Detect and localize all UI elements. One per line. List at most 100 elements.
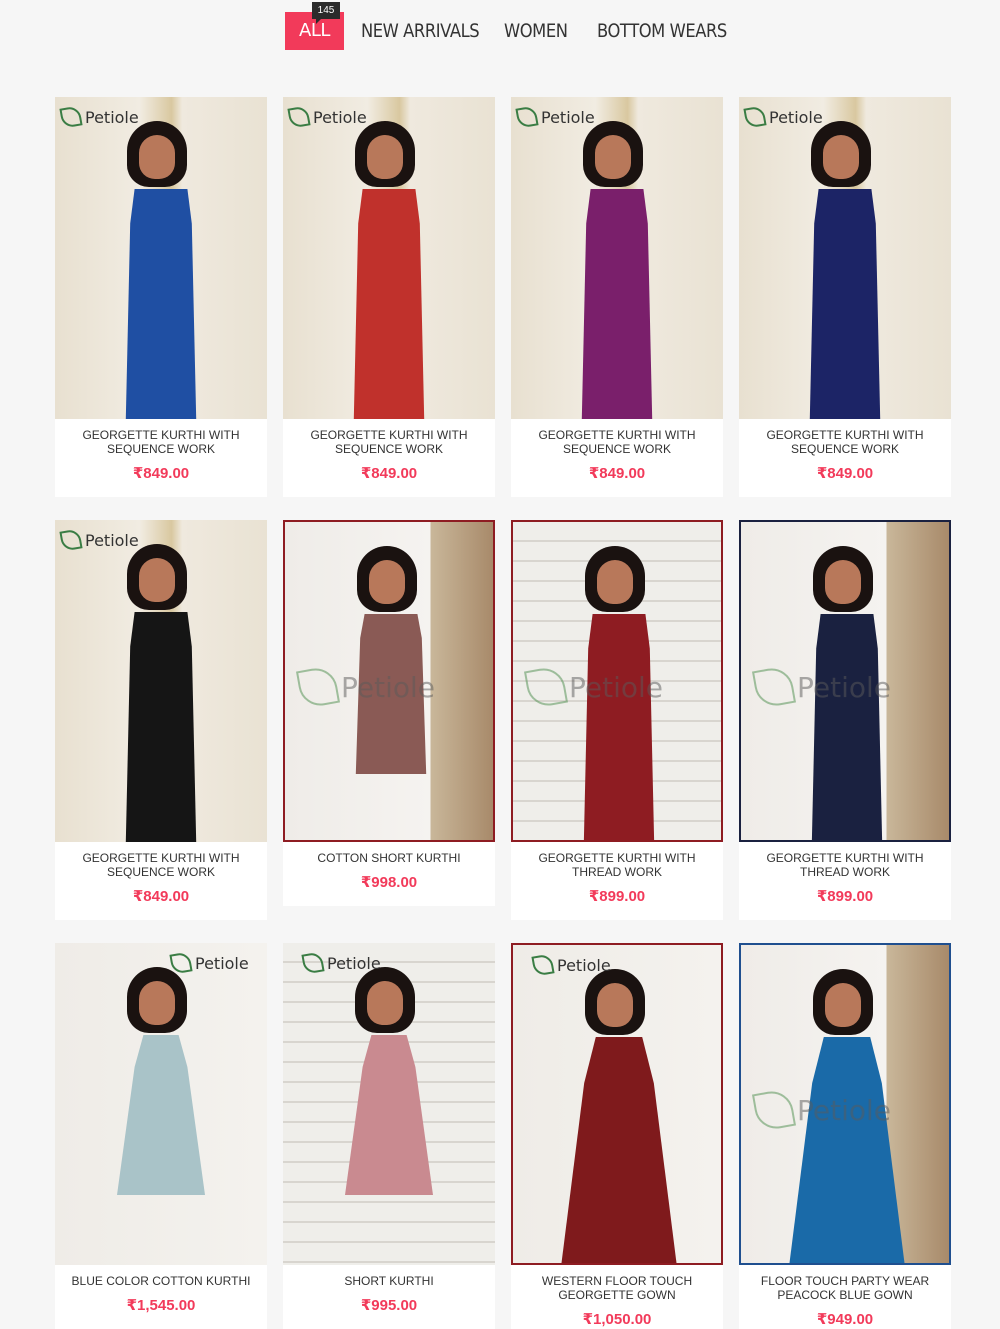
model-figure — [739, 97, 951, 419]
dress — [581, 189, 653, 419]
brand-logo: Petiole — [169, 951, 249, 975]
brand-logo: Petiole — [301, 951, 381, 975]
brand-logo: Petiole — [59, 528, 139, 552]
product-price: ₹899.00 — [588, 888, 646, 905]
tab-new-arrivals[interactable]: NEW ARRIVALS — [361, 12, 480, 50]
product-price: ₹849.00 — [132, 465, 190, 482]
product-name[interactable]: GEORGETTE KURTHI WITH SEQUENCE WORK — [55, 428, 267, 456]
model-figure — [283, 943, 495, 1265]
dress — [811, 614, 883, 840]
product-name[interactable]: SHORT KURTHI — [283, 1274, 495, 1288]
logo-text: Petiole — [797, 1093, 892, 1127]
tab-bottom-wears[interactable]: BOTTOM WEARS — [597, 12, 727, 50]
product-name[interactable]: COTTON SHORT KURTHI — [283, 851, 495, 865]
tab-women[interactable]: WOMEN — [504, 12, 568, 50]
product-image[interactable]: Petiole — [283, 943, 495, 1265]
leaf-icon — [287, 105, 311, 129]
product-image[interactable]: Petiole — [511, 943, 723, 1265]
leaf-icon — [169, 951, 193, 975]
product-card[interactable]: Petiole GEORGETTE KURTHI WITH SEQUENCE WO… — [55, 97, 267, 497]
product-image[interactable]: Petiole — [739, 943, 951, 1265]
product-card[interactable]: Petiole WESTERN FLOOR TOUCH GEORGETTE GOW… — [511, 943, 723, 1329]
model-figure — [55, 97, 267, 419]
leaf-icon — [301, 951, 325, 975]
product-card[interactable]: Petiole BLUE COLOR COTTON KURTHI ₹1,545.00 — [55, 943, 267, 1329]
leaf-icon — [531, 953, 555, 977]
product-card[interactable]: Petiole GEORGETTE KURTHI WITH SEQUENCE WO… — [283, 97, 495, 497]
product-name[interactable]: WESTERN FLOOR TOUCH GEORGETTE GOWN — [511, 1274, 723, 1302]
leaf-icon — [59, 105, 83, 129]
brand-logo: Petiole — [751, 1087, 892, 1133]
product-price: ₹949.00 — [816, 1311, 874, 1328]
dress — [583, 614, 655, 840]
model-figure — [513, 945, 721, 1263]
logo-text: Petiole — [313, 107, 367, 127]
logo-text: Petiole — [769, 107, 823, 127]
logo-text: Petiole — [557, 955, 611, 975]
product-price: ₹998.00 — [360, 874, 418, 891]
product-image[interactable]: Petiole — [739, 520, 951, 842]
dress — [809, 189, 881, 419]
product-price: ₹849.00 — [588, 465, 646, 482]
product-name[interactable]: GEORGETTE KURTHI WITH THREAD WORK — [511, 851, 723, 879]
product-image[interactable]: Petiole — [55, 97, 267, 419]
product-image[interactable]: Petiole — [511, 520, 723, 842]
brand-logo: Petiole — [523, 664, 664, 710]
product-image[interactable]: Petiole — [739, 97, 951, 419]
dress — [353, 189, 425, 419]
product-card[interactable]: Petiole COTTON SHORT KURTHI ₹998.00 — [283, 520, 495, 906]
brand-logo: Petiole — [531, 953, 611, 977]
brand-logo: Petiole — [287, 105, 367, 129]
product-card[interactable]: Petiole GEORGETTE KURTHI WITH SEQUENCE WO… — [55, 520, 267, 920]
dress — [117, 1035, 205, 1195]
product-price: ₹849.00 — [132, 888, 190, 905]
leaf-icon — [751, 664, 797, 710]
product-image[interactable]: Petiole — [283, 520, 495, 842]
product-price: ₹1,545.00 — [126, 1297, 196, 1314]
dress — [561, 1037, 677, 1263]
model-figure — [55, 943, 267, 1265]
product-name[interactable]: GEORGETTE KURTHI WITH THREAD WORK — [739, 851, 951, 879]
product-card[interactable]: Petiole GEORGETTE KURTHI WITH SEQUENCE WO… — [511, 97, 723, 497]
product-card[interactable]: Petiole GEORGETTE KURTHI WITH THREAD WORK… — [511, 520, 723, 920]
leaf-icon — [743, 105, 767, 129]
product-image[interactable]: Petiole — [55, 943, 267, 1265]
leaf-icon — [515, 105, 539, 129]
product-price: ₹1,050.00 — [582, 1311, 652, 1328]
product-name[interactable]: BLUE COLOR COTTON KURTHI — [55, 1274, 267, 1288]
product-card[interactable]: Petiole SHORT KURTHI ₹995.00 — [283, 943, 495, 1329]
logo-text: Petiole — [541, 107, 595, 127]
dress — [345, 1035, 433, 1195]
product-image[interactable]: Petiole — [511, 97, 723, 419]
dress — [125, 612, 197, 842]
model-figure — [511, 97, 723, 419]
product-price: ₹899.00 — [816, 888, 874, 905]
product-image[interactable]: Petiole — [55, 520, 267, 842]
product-price: ₹849.00 — [360, 465, 418, 482]
product-count-badge: 145 — [312, 2, 340, 24]
product-name[interactable]: GEORGETTE KURTHI WITH SEQUENCE WORK — [55, 851, 267, 879]
product-price: ₹849.00 — [816, 465, 874, 482]
model-figure — [283, 97, 495, 419]
brand-logo: Petiole — [295, 664, 435, 710]
logo-text: Petiole — [327, 953, 381, 973]
logo-text: Petiole — [195, 953, 249, 973]
brand-logo: Petiole — [515, 105, 595, 129]
model-figure — [55, 520, 267, 842]
logo-text: Petiole — [569, 670, 664, 704]
logo-text: Petiole — [85, 530, 139, 550]
product-name[interactable]: GEORGETTE KURTHI WITH SEQUENCE WORK — [739, 428, 951, 456]
product-name[interactable]: GEORGETTE KURTHI WITH SEQUENCE WORK — [511, 428, 723, 456]
logo-text: Petiole — [85, 107, 139, 127]
product-name[interactable]: GEORGETTE KURTHI WITH SEQUENCE WORK — [283, 428, 495, 456]
brand-logo: Petiole — [59, 105, 139, 129]
product-name[interactable]: FLOOR TOUCH PARTY WEAR PEACOCK BLUE GOWN — [739, 1274, 951, 1302]
leaf-icon — [523, 664, 569, 710]
product-card[interactable]: Petiole FLOOR TOUCH PARTY WEAR PEACOCK BL… — [739, 943, 951, 1329]
brand-logo: Petiole — [743, 105, 823, 129]
category-filter-tabs: ALL 145 NEW ARRIVALS WOMEN BOTTOM WEARS — [0, 0, 1000, 60]
product-card[interactable]: Petiole GEORGETTE KURTHI WITH THREAD WORK… — [739, 520, 951, 920]
product-image[interactable]: Petiole — [283, 97, 495, 419]
product-card[interactable]: Petiole GEORGETTE KURTHI WITH SEQUENCE WO… — [739, 97, 951, 497]
logo-text: Petiole — [797, 670, 892, 704]
